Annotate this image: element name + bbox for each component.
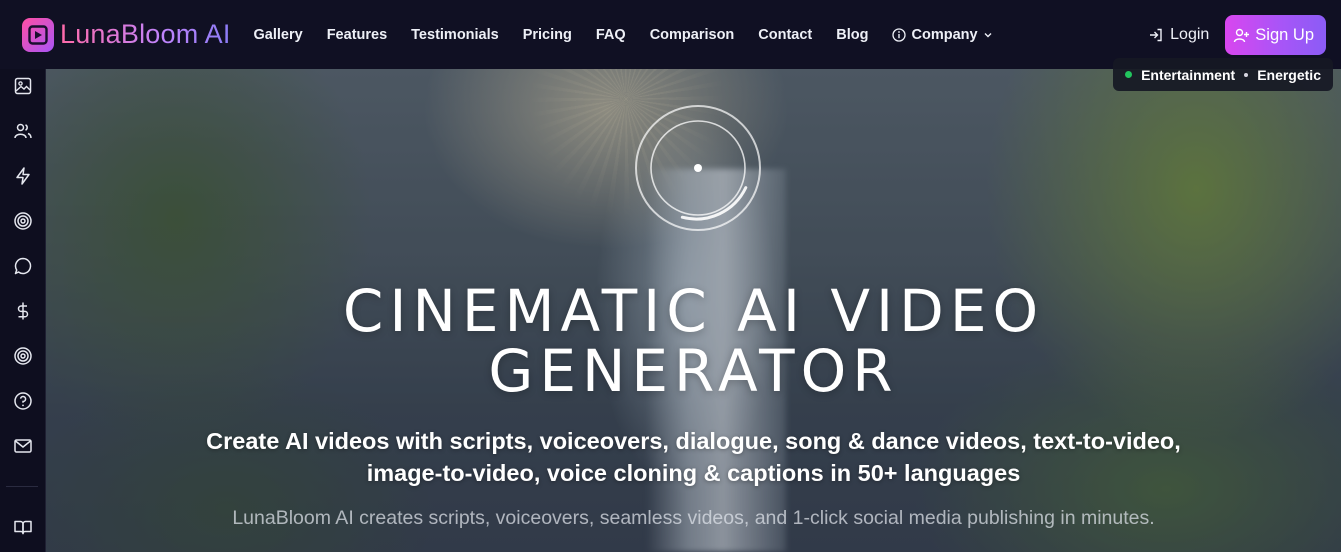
sidebar-divider <box>6 486 38 487</box>
login-label: Login <box>1170 26 1210 43</box>
nav-blog[interactable]: Blog <box>836 27 868 43</box>
nav-company-label: Company <box>911 26 978 43</box>
chat-bubble-icon[interactable] <box>12 255 34 277</box>
mood-tag-entertainment: Entertainment <box>1141 66 1236 83</box>
hero-subheading-line2: image-to-video, voice cloning & captions… <box>366 460 1021 486</box>
film-play-icon <box>22 17 54 52</box>
nav-features[interactable]: Features <box>327 27 387 43</box>
signup-button[interactable]: Sign Up <box>1225 15 1326 55</box>
brand[interactable]: LunaBloom AI <box>22 17 231 52</box>
brand-name: LunaBloom AI <box>60 19 231 49</box>
help-circle-icon[interactable] <box>12 390 34 412</box>
mail-icon[interactable] <box>12 435 34 457</box>
loading-spinner <box>633 103 763 233</box>
target-icon[interactable] <box>12 345 34 367</box>
dollar-icon[interactable] <box>12 300 34 322</box>
mood-tag-energetic: Energetic <box>1257 66 1321 83</box>
image-icon[interactable] <box>12 75 34 97</box>
hero-section: CINEMATIC AI VIDEO GENERATOR Create AI v… <box>46 69 1341 552</box>
status-dot <box>1125 71 1133 78</box>
auth-actions: Login Sign Up <box>1148 15 1326 55</box>
nav-comparison[interactable]: Comparison <box>650 27 735 43</box>
hero-subheading: Create AI videos with scripts, voiceover… <box>136 425 1251 489</box>
login-arrow-icon <box>1148 27 1164 43</box>
main-nav: Gallery Features Testimonials Pricing FA… <box>254 27 1017 43</box>
target-icon[interactable] <box>12 210 34 232</box>
hero-headline-line2: GENERATOR <box>488 337 899 405</box>
hero-tagline: LunaBloom AI creates scripts, voiceovers… <box>232 507 1155 529</box>
hero-subheading-line1: Create AI videos with scripts, voiceover… <box>206 428 1181 454</box>
left-sidebar <box>0 69 46 552</box>
user-plus-icon <box>1233 27 1250 44</box>
nav-faq[interactable]: FAQ <box>596 27 626 43</box>
tag-separator <box>1244 72 1249 77</box>
nav-company-dropdown[interactable]: Company <box>892 27 992 43</box>
hero-headline-line1: CINEMATIC AI VIDEO <box>342 277 1045 345</box>
book-open-icon[interactable] <box>12 516 34 538</box>
mood-tags: Entertainment Energetic <box>1113 58 1333 91</box>
nav-contact[interactable]: Contact <box>758 27 812 43</box>
nav-pricing[interactable]: Pricing <box>523 27 572 43</box>
info-circle-icon <box>892 27 907 42</box>
lightning-icon[interactable] <box>12 165 34 187</box>
nav-testimonials[interactable]: Testimonials <box>411 27 499 43</box>
users-icon[interactable] <box>12 120 34 142</box>
signup-label: Sign Up <box>1255 25 1314 44</box>
login-button[interactable]: Login <box>1148 26 1209 44</box>
nav-gallery[interactable]: Gallery <box>254 27 303 43</box>
hero-headline: CINEMATIC AI VIDEO GENERATOR <box>46 281 1341 401</box>
chevron-down-icon <box>983 30 993 40</box>
